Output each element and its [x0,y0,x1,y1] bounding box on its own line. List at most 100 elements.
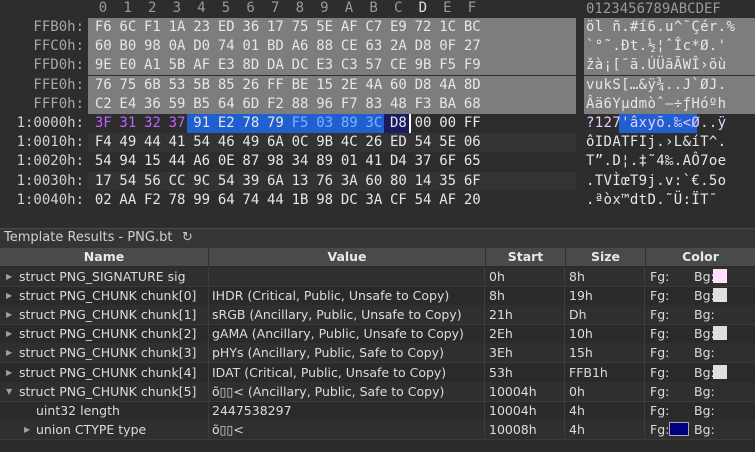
hex-byte[interactable]: AF [435,191,460,210]
cell-color[interactable]: Fg: Bg: [646,324,755,343]
column-header-name[interactable]: Name [0,248,209,266]
hex-byte[interactable]: AF [189,56,214,75]
hex-byte[interactable]: 23 [189,18,214,37]
expand-icon[interactable]: ▶ [6,324,12,343]
hex-row[interactable]: FFF0h: C2 E4 36 59 B5 64 6D F2 88 96 F7 83 48 F3 BA 68 Âä… [0,94,755,114]
hex-byte[interactable]: 76 [91,76,116,95]
hex-byte[interactable]: 6F [460,172,485,191]
hex-byte[interactable]: 32 [140,114,165,133]
hex-byte[interactable]: 35 [435,172,460,191]
cell-color[interactable]: Fg: Bg: [646,286,755,305]
hex-byte[interactable]: 85 [214,76,239,95]
hex-byte[interactable]: 46 [214,133,239,152]
hex-byte[interactable]: D8 [411,37,436,56]
hex-byte[interactable]: F6 [91,18,116,37]
hex-byte[interactable]: 6A [263,133,288,152]
hex-byte[interactable]: 8D [460,76,485,95]
ascii-text[interactable]: `°˜.Ðt.½¦ˆÎc*Ø.' [586,37,726,56]
hex-byte[interactable]: 27 [460,37,485,56]
hex-byte[interactable]: 78 [165,191,190,210]
hex-byte[interactable]: 1C [435,18,460,37]
hex-byte[interactable]: 49 [239,133,264,152]
hex-row[interactable]: 1:0040h: 02 AA F2 78 99 64 74 44 1B 98 DC 3A CF 54 AF 20… [0,190,755,210]
table-row[interactable]: ▶ struct PNG_CHUNK chunk[0] IHDR (Critical… [0,286,755,307]
hex-byte[interactable]: 8D [239,56,264,75]
hex-byte[interactable]: 1B [288,191,313,210]
bg-color-swatch[interactable] [713,364,727,379]
hex-byte[interactable]: 5B [165,56,190,75]
hex-byte[interactable]: 3F [91,114,116,133]
hex-byte[interactable]: 75 [288,18,313,37]
hex-byte[interactable]: 6F [435,152,460,171]
hex-byte[interactable]: E4 [116,95,141,114]
hex-byte[interactable]: 76 [312,172,337,191]
hex-byte[interactable]: FF [460,114,485,133]
hex-byte[interactable]: BC [460,18,485,37]
hex-row[interactable]: 1:0010h: F4 49 44 41 54 46 49 6A 0C 9B 4C 26 ED 54 5E 06… [0,133,755,153]
hex-byte[interactable]: A6 [189,152,214,171]
ascii-text[interactable]: žà¡[¯ã.ÚÜãÃWÎ›õù [586,56,726,75]
hex-byte[interactable]: E2 [214,114,239,133]
hex-byte[interactable]: 60 [386,76,411,95]
hex-byte[interactable]: 80 [386,172,411,191]
hex-byte[interactable]: BA [435,95,460,114]
cell-color[interactable]: Fg: Bg: [646,267,755,286]
hex-byte[interactable]: 57 [362,56,387,75]
hex-byte[interactable]: 5E [435,133,460,152]
hex-byte[interactable]: BD [263,37,288,56]
cell-color[interactable]: Fg: Bg: [646,343,755,362]
hex-byte[interactable]: 54 [189,133,214,152]
hex-row[interactable]: FFE0h: 76 75 6B 53 5B 85 26 FF BE 15 2E 4A 60 D8 4A 8D vu… [0,75,755,95]
cell-color[interactable]: Fg: Bg: [646,363,755,382]
hex-byte[interactable]: 49 [116,133,141,152]
hex-byte[interactable]: 0C [288,133,313,152]
hex-byte[interactable]: 9C [189,172,214,191]
hex-byte[interactable]: 96 [312,95,337,114]
column-header-value[interactable]: Value [209,248,486,266]
hex-byte[interactable]: 4C [337,133,362,152]
hex-byte[interactable]: 39 [239,172,264,191]
ascii-text[interactable]: ôIDATFIj.›L&íT^. [586,133,726,152]
expand-icon[interactable]: ▶ [6,343,12,362]
hex-byte[interactable]: DC [288,56,313,75]
bg-color-swatch[interactable] [713,269,727,283]
hex-byte[interactable]: 6D [239,95,264,114]
ascii-text[interactable]: Âä6Yµdmòˆ–÷ƒHóºh [586,95,726,114]
hex-byte[interactable]: 87 [239,152,264,171]
hex-byte[interactable]: 44 [263,191,288,210]
hex-byte[interactable]: 9E [91,56,116,75]
hex-byte[interactable]: 03 [312,114,337,133]
table-row[interactable]: ▶ union CTYPE type õ▯▯< 10008h 4h Fg: Bg: [0,419,755,440]
hex-byte[interactable]: CC [165,172,190,191]
hex-byte[interactable]: D8 [411,76,436,95]
hex-byte[interactable]: 89 [337,114,362,133]
hex-byte[interactable]: B5 [189,95,214,114]
hex-byte[interactable]: 54 [91,152,116,171]
hex-byte[interactable]: 9B [312,133,337,152]
hex-byte[interactable]: 06 [460,133,485,152]
hex-byte[interactable]: 6C [116,18,141,37]
hex-byte[interactable]: 75 [116,76,141,95]
hex-byte[interactable]: F3 [411,95,436,114]
hex-row[interactable]: 1:0030h: 17 54 56 CC 9C 54 39 6A 13 76 3A 60 80 14 35 6F… [0,171,755,191]
hex-byte[interactable]: 37 [165,114,190,133]
ascii-text[interactable]: öl ñ.#í6.u^¯Çér.% [586,18,735,37]
hex-byte[interactable]: 60 [91,37,116,56]
column-header-start[interactable]: Start [486,248,566,266]
hex-byte[interactable]: E0 [116,56,141,75]
cell-color[interactable]: Fg: Bg: [646,305,755,324]
hex-byte[interactable]: 44 [165,152,190,171]
hex-byte[interactable]: F5 [435,56,460,75]
hex-byte[interactable]: 74 [239,191,264,210]
hex-byte[interactable]: 3A [337,172,362,191]
ascii-text[interactable]: .ªòx™dtD.˜Ü:ÏT¯ [586,191,726,210]
ascii-text[interactable]: ?127'âxyõ.‰<Ø..ÿ [586,114,726,133]
table-row[interactable]: ▶ struct PNG_CHUNK chunk[1] sRGB (Ancillar… [0,305,755,326]
hex-byte[interactable]: A1 [140,56,165,75]
hex-byte[interactable]: 98 [263,152,288,171]
hex-byte[interactable]: 94 [116,152,141,171]
hex-byte[interactable]: 0F [435,37,460,56]
ascii-text[interactable]: vukS[…&ÿ¾..J`ØJ. [586,76,726,95]
hex-byte[interactable]: C2 [91,95,116,114]
hex-byte[interactable]: 36 [140,95,165,114]
